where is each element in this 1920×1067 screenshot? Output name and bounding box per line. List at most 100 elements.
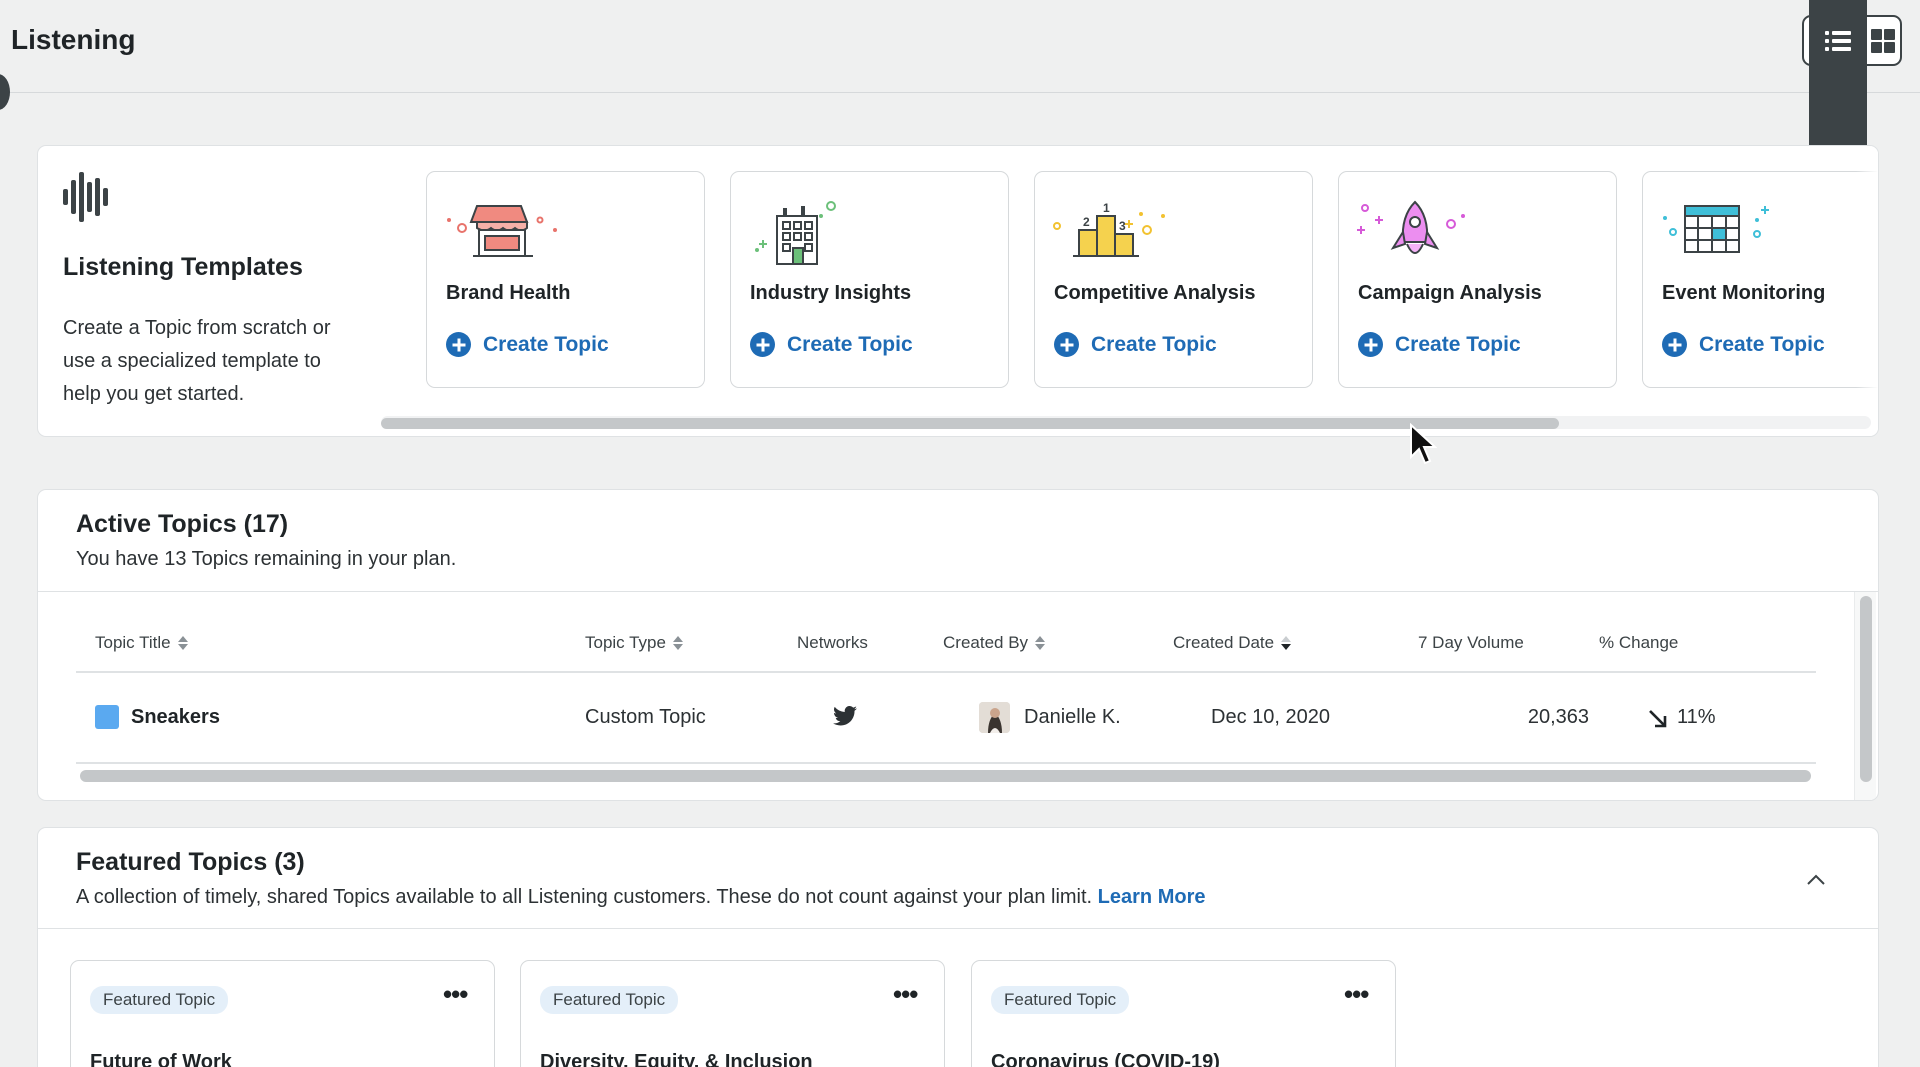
column-networks: Networks	[797, 633, 868, 653]
storefront-icon	[447, 205, 557, 257]
section-title: Active Topics	[76, 510, 237, 538]
create-topic-button[interactable]: Create Topic	[750, 332, 913, 357]
column-created-by[interactable]: Created By	[943, 633, 1046, 653]
column-label: Topic Title	[95, 633, 171, 652]
topic-count: (17)	[243, 510, 289, 538]
templates-description: Create a Topic from scratch or use a spe…	[63, 317, 331, 405]
featured-description: A collection of timely, shared Topics av…	[76, 886, 1205, 909]
waveform-icon	[63, 172, 108, 222]
arrow-down-right-icon	[1649, 710, 1667, 728]
column-label: Topic Type	[585, 633, 666, 652]
avatar	[979, 702, 1010, 733]
featured-topic-name: Coronavirus (COVID-19)	[991, 1051, 1220, 1067]
create-topic-label: Create Topic	[1395, 332, 1521, 356]
column-label: Networks	[797, 633, 868, 652]
topic-color-swatch	[95, 705, 119, 729]
templates-title: Listening Templates	[63, 253, 303, 281]
featured-topic-card[interactable]: Featured Topic ••• Future of Work	[70, 960, 495, 1067]
featured-topic-name: Diversity, Equity, & Inclusion	[540, 1051, 813, 1067]
featured-topics-heading: Featured Topics (3)	[76, 848, 305, 877]
volume: 20,363	[1527, 706, 1589, 728]
column-7-day-volume: 7 Day Volume	[1418, 633, 1524, 653]
create-topic-button[interactable]: Create Topic	[1358, 332, 1521, 357]
featured-topic-badge: Featured Topic	[991, 986, 1130, 1014]
active-topics-card: Active Topics (17) You have 13 Topics re…	[37, 489, 1879, 801]
view-toggle	[1802, 0, 1902, 197]
section-title: Featured Topics	[76, 848, 268, 876]
column-created-date[interactable]: Created Date	[1173, 633, 1292, 653]
create-topic-button[interactable]: Create Topic	[1054, 332, 1217, 357]
topic-count: (3)	[274, 848, 305, 876]
column-label: % Change	[1599, 633, 1679, 652]
create-topic-label: Create Topic	[1091, 332, 1217, 356]
featured-topics-card: Featured Topics (3) A collection of time…	[37, 827, 1879, 1067]
template-card-competitive-analysis[interactable]: 1 2 3 Competitive Analysis Create Topic	[1034, 171, 1313, 388]
active-topics-heading: Active Topics (17)	[76, 510, 288, 539]
template-card-campaign-analysis[interactable]: Campaign Analysis Create Topic	[1338, 171, 1617, 388]
column-label: Created Date	[1173, 633, 1275, 652]
listening-templates-card: Listening Templates Create a Topic from …	[37, 145, 1879, 437]
template-name: Brand Health	[446, 282, 571, 304]
featured-topic-card[interactable]: Featured Topic ••• Coronavirus (COVID-19…	[971, 960, 1396, 1067]
template-card-brand-health[interactable]: Brand Health Create Topic	[426, 171, 705, 388]
chevron-up-icon[interactable]	[1806, 870, 1826, 890]
row-divider	[76, 762, 1816, 764]
svg-text:2: 2	[1083, 215, 1090, 229]
plan-remaining-text: You have 13 Topics remaining in your pla…	[76, 548, 457, 570]
plus-circle-icon	[1054, 332, 1079, 357]
created-by: Danielle K.	[1024, 706, 1121, 728]
template-name: Campaign Analysis	[1358, 282, 1542, 304]
plus-circle-icon	[446, 332, 471, 357]
featured-topic-badge: Featured Topic	[90, 986, 229, 1014]
templates-scrollbar-thumb[interactable]	[381, 418, 1559, 429]
plus-circle-icon	[1662, 332, 1687, 357]
learn-more-link[interactable]: Learn More	[1098, 886, 1206, 908]
plus-circle-icon	[750, 332, 775, 357]
template-name: Industry Insights	[750, 282, 912, 304]
mouse-cursor-icon	[1410, 423, 1437, 465]
create-topic-label: Create Topic	[1699, 332, 1825, 356]
template-card-event-monitoring[interactable]: Event Monitoring Create Topic	[1642, 171, 1878, 388]
create-topic-label: Create Topic	[787, 332, 913, 356]
more-options-icon[interactable]: •••	[893, 981, 918, 1007]
create-topic-button[interactable]: Create Topic	[1662, 332, 1825, 357]
column-topic-type[interactable]: Topic Type	[585, 633, 683, 653]
plus-circle-icon	[1358, 332, 1383, 357]
more-options-icon[interactable]: •••	[1344, 981, 1369, 1007]
rocket-icon	[1357, 200, 1465, 254]
create-topic-button[interactable]: Create Topic	[446, 332, 609, 357]
template-card-industry-insights[interactable]: Industry Insights Create Topic	[730, 171, 1009, 388]
sort-icon	[672, 636, 683, 650]
scroll-fade	[1856, 146, 1878, 436]
sort-desc-icon	[1281, 636, 1292, 650]
divider	[38, 928, 1878, 929]
sort-icon	[1035, 636, 1046, 650]
featured-topic-name: Future of Work	[90, 1051, 232, 1067]
column-label: Created By	[943, 633, 1029, 652]
grid-view-icon	[1871, 28, 1895, 53]
divider	[38, 591, 1878, 592]
grid-view-button[interactable]	[1871, 21, 1895, 61]
building-icon	[755, 201, 836, 265]
twitter-icon	[833, 706, 857, 726]
column-label: 7 Day Volume	[1418, 633, 1524, 652]
percent-change: 11%	[1677, 706, 1716, 728]
more-options-icon[interactable]: •••	[443, 981, 468, 1007]
featured-description-text: A collection of timely, shared Topics av…	[76, 886, 1093, 908]
svg-text:1: 1	[1103, 201, 1110, 215]
table-horizontal-scrollbar[interactable]	[80, 770, 1811, 782]
column-topic-title[interactable]: Topic Title	[95, 633, 188, 653]
page-header: Listening	[0, 0, 1920, 197]
table-row[interactable]: Sneakers Custom Topic Danielle K. Dec 10…	[76, 673, 1816, 767]
template-name: Competitive Analysis	[1054, 282, 1256, 304]
featured-topic-card[interactable]: Featured Topic ••• Diversity, Equity, & …	[520, 960, 945, 1067]
create-topic-label: Create Topic	[483, 332, 609, 356]
table-vertical-scrollbar-thumb[interactable]	[1860, 596, 1872, 782]
featured-topic-badge: Featured Topic	[540, 986, 679, 1014]
template-name: Event Monitoring	[1662, 282, 1826, 304]
podium-icon: 1 2 3	[1053, 201, 1165, 257]
topic-title[interactable]: Sneakers	[131, 706, 220, 729]
page-title: Listening	[11, 24, 136, 55]
created-date: Dec 10, 2020	[1211, 706, 1330, 728]
svg-text:3: 3	[1119, 219, 1126, 233]
